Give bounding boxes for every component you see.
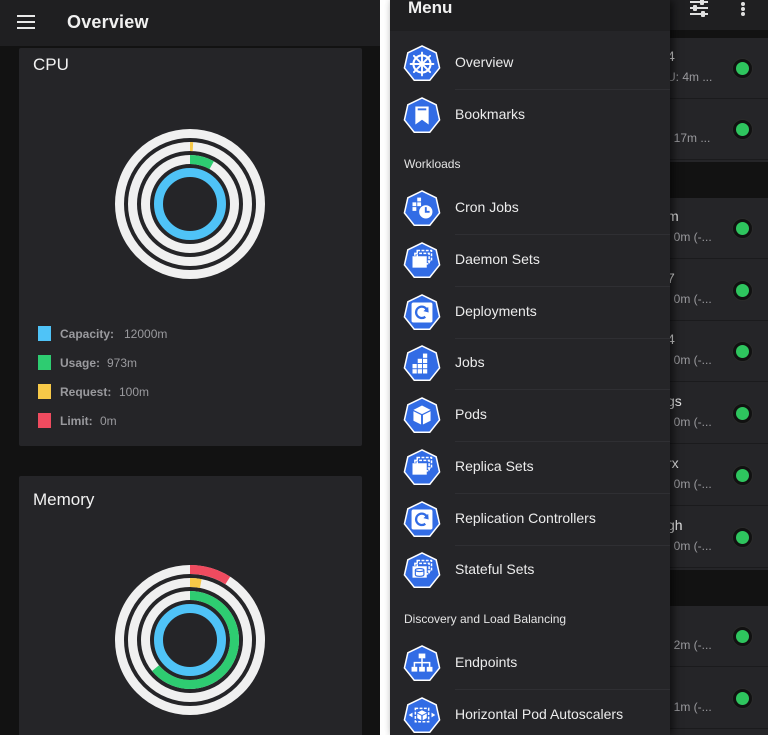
legend-value: 973m [107, 356, 138, 370]
cron-job-icon [403, 190, 441, 228]
status-ok-icon [733, 466, 752, 485]
filter-sliders-icon[interactable] [690, 0, 708, 17]
status-ok-icon [733, 627, 752, 646]
memory-card: Memory [19, 476, 362, 735]
pod-icon [403, 397, 441, 435]
item-meta: : 0m (-... [667, 539, 712, 553]
menu-item-bookmarks[interactable]: Bookmarks [390, 90, 670, 142]
menu-item-label: Horizontal Pod Autoscalers [455, 706, 624, 722]
status-ok-icon [733, 528, 752, 547]
limit-swatch [38, 413, 51, 428]
hamburger-menu-icon[interactable] [17, 15, 35, 29]
menu-item-horizontal-pod-autoscalers[interactable]: Horizontal Pod Autoscalers [390, 690, 670, 735]
cpu-ring-chart [112, 126, 268, 282]
job-icon [403, 345, 441, 383]
daemon-set-icon [403, 242, 441, 280]
app-bar: Overview [0, 0, 380, 46]
menu-item-cron-jobs[interactable]: Cron Jobs [390, 183, 670, 235]
menu-item-label: Daemon Sets [455, 251, 540, 267]
menu-item-deployments[interactable]: Deployments [390, 287, 670, 339]
item-meta: : 0m (-... [667, 292, 712, 306]
item-meta: : 0m (-... [667, 230, 712, 244]
cpu-card-title: CPU [33, 55, 69, 74]
menu-item-label: Overview [455, 54, 514, 70]
legend-value: 100m [119, 385, 150, 399]
menu-item-replication-controllers[interactable]: Replication Controllers [390, 494, 670, 546]
memory-ring-chart [112, 562, 268, 718]
overview-screen: Overview CPU Capacity: 12000m Usage: 973… [0, 0, 380, 735]
stateful-set-icon [403, 552, 441, 590]
request-swatch [38, 384, 51, 399]
menu-item-overview[interactable]: Overview [390, 38, 670, 90]
bookmark-icon [403, 97, 441, 135]
menu-item-daemon-sets[interactable]: Daemon Sets [390, 235, 670, 287]
menu-item-label: Stateful Sets [455, 561, 535, 577]
legend-label: Request: [60, 385, 112, 399]
section-header-discovery: Discovery and Load Balancing [404, 612, 567, 626]
status-ok-icon [733, 219, 752, 238]
menu-item-label: Replica Sets [455, 458, 534, 474]
limit-ring-track [115, 129, 265, 279]
cpu-card: CPU Capacity: 12000m Usage: 973m Request… [19, 48, 362, 446]
deployment-icon [403, 294, 441, 332]
status-ok-icon [733, 342, 752, 361]
menu-item-label: Jobs [455, 354, 485, 370]
item-meta: : 0m (-... [667, 477, 712, 491]
ring-chart-svg [115, 129, 265, 279]
status-ok-icon [733, 281, 752, 300]
more-vert-icon[interactable] [741, 2, 745, 16]
limit-ring-track [115, 565, 265, 715]
menu-item-stateful-sets[interactable]: Stateful Sets [390, 545, 670, 597]
section-header-workloads: Workloads [404, 157, 461, 171]
menu-item-label: Bookmarks [455, 106, 526, 122]
menu-item-label: Replication Controllers [455, 510, 596, 526]
menu-item-label: Deployments [455, 303, 537, 319]
item-meta: : 2m (-... [667, 638, 712, 652]
menu-item-label: Endpoints [455, 654, 518, 670]
page-title: Overview [67, 12, 149, 32]
legend-value: 12000m [124, 327, 168, 341]
legend-label: Capacity: [60, 327, 115, 341]
status-ok-icon [733, 59, 752, 78]
status-ok-icon [733, 689, 752, 708]
replica-set-icon [403, 449, 441, 487]
capacity-ring-track [154, 604, 226, 676]
status-ok-icon [733, 120, 752, 139]
drawer-title: Menu [408, 0, 453, 17]
screen-divider [380, 0, 390, 735]
capacity-swatch [38, 326, 51, 341]
item-meta: : 0m (-... [667, 353, 712, 367]
replication-controller-icon [403, 501, 441, 539]
item-meta: U: 4m ... [667, 70, 713, 84]
menu-item-label: Pods [455, 406, 487, 422]
helm-wheel-icon [403, 45, 441, 83]
status-ok-icon [733, 404, 752, 423]
navigation-drawer: Menu Overview Bookmarks Workloads Cron J… [390, 0, 670, 735]
usage-swatch [38, 355, 51, 370]
menu-item-pods[interactable]: Pods [390, 390, 670, 442]
menu-item-jobs[interactable]: Jobs [390, 338, 670, 390]
legend-value: 0m [100, 414, 117, 428]
item-meta: : 17m ... [667, 131, 711, 145]
legend-label: Usage: [60, 356, 101, 370]
ring-chart-svg [115, 565, 265, 715]
memory-card-title: Memory [33, 490, 95, 509]
item-meta: : 0m (-... [667, 415, 712, 429]
item-meta: : 1m (-... [667, 700, 712, 714]
hpa-icon [403, 697, 441, 735]
menu-item-replica-sets[interactable]: Replica Sets [390, 442, 670, 494]
menu-item-endpoints[interactable]: Endpoints [390, 638, 670, 690]
legend-label: Limit: [60, 414, 93, 428]
drawer-header: Menu [390, 0, 670, 31]
endpoints-icon [403, 645, 441, 683]
capacity-ring-track [154, 168, 226, 240]
menu-item-label: Cron Jobs [455, 199, 519, 215]
